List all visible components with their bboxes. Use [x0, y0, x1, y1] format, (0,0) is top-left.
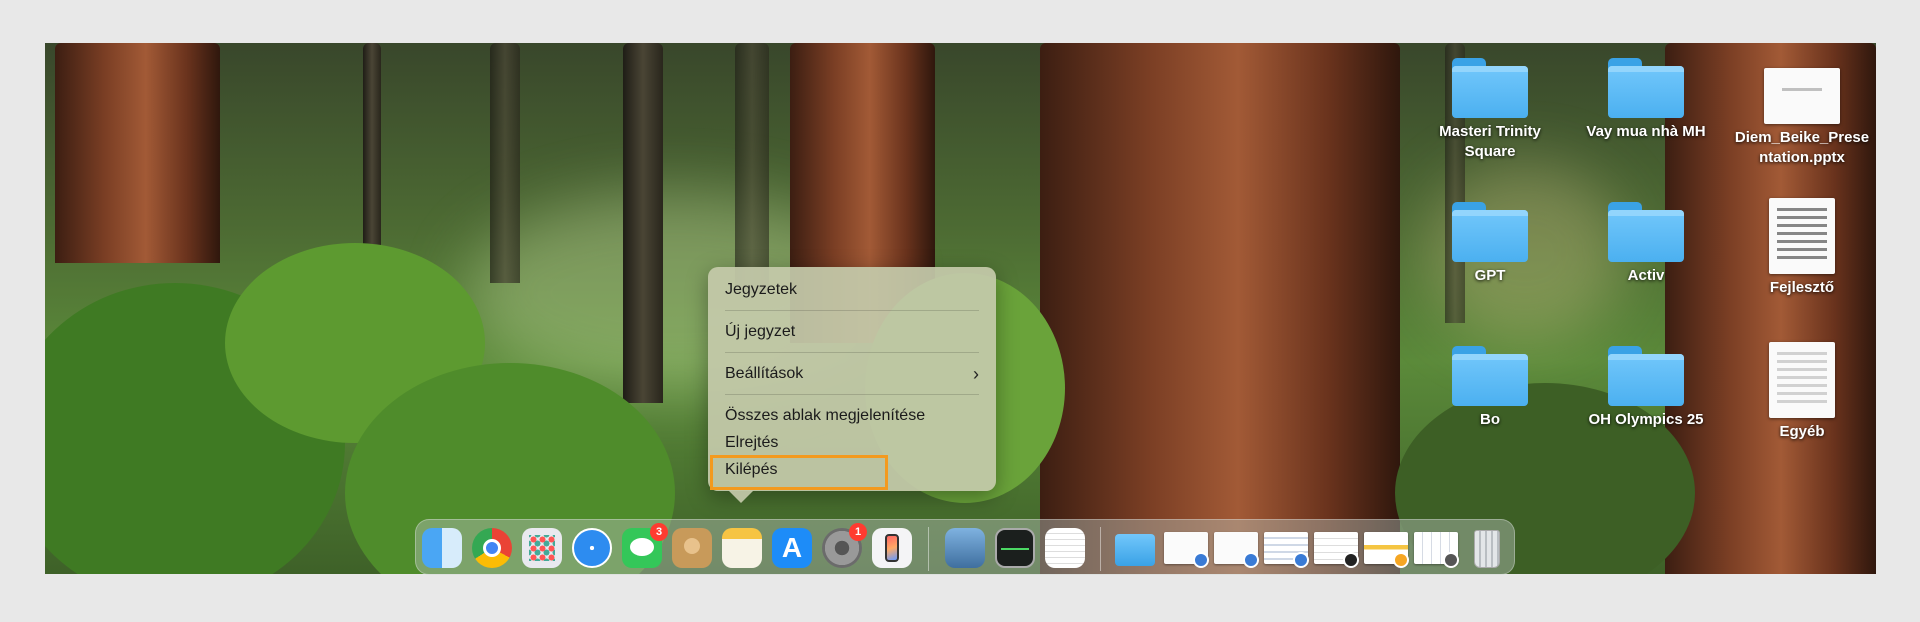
desktop-item-label: Activ: [1627, 267, 1665, 284]
menu-item-new-note[interactable]: Új jegyzet: [725, 319, 979, 345]
desktop-folder[interactable]: Masteri Trinity Square: [1415, 58, 1565, 162]
desktop-folder[interactable]: Activ: [1571, 202, 1721, 286]
menu-separator: [725, 310, 979, 311]
desktop-folder[interactable]: GPT: [1415, 202, 1565, 286]
launchpad-icon[interactable]: [522, 528, 562, 568]
desktop-folder[interactable]: OH Olympics 25: [1571, 346, 1721, 430]
tree-trunk: [623, 43, 663, 403]
folder-icon: [1608, 346, 1684, 406]
app-badge-icon: [1243, 552, 1259, 568]
menu-pointer: [728, 490, 754, 503]
contacts-icon[interactable]: [672, 528, 712, 568]
app-store-icon[interactable]: A: [772, 528, 812, 568]
menu-item-settings[interactable]: Beállítások ›: [725, 361, 979, 387]
menu-app-title: Jegyzetek: [725, 281, 798, 298]
iphone-mirroring-icon[interactable]: [872, 528, 912, 568]
desktop-item-label: Vay mua nhà MH: [1586, 123, 1706, 140]
app-badge-icon: [1293, 552, 1309, 568]
document-file-icon: [1769, 342, 1835, 418]
document-file-icon: [1769, 198, 1835, 274]
app-badge-icon: [1393, 552, 1409, 568]
desktop-item-label: GPT: [1474, 267, 1506, 284]
desktop-file[interactable]: Fejlesztő: [1727, 198, 1877, 298]
desktop-item-label: Egyéb: [1779, 423, 1825, 440]
finder-icon[interactable]: [422, 528, 462, 568]
tree-trunk: [55, 43, 220, 263]
folder-icon: [1452, 58, 1528, 118]
folder-icon: [1452, 346, 1528, 406]
menu-item-label: Beállítások: [725, 365, 804, 382]
tree-trunk: [735, 43, 769, 293]
app-badge-icon: [1343, 552, 1359, 568]
pptx-file-icon: [1764, 68, 1840, 124]
chrome-icon[interactable]: [472, 528, 512, 568]
chevron-right-icon: ›: [973, 364, 979, 384]
trash-icon[interactable]: [1467, 528, 1507, 568]
menu-separator: [725, 394, 979, 395]
desktop-item-label: OH Olympics 25: [1588, 411, 1704, 428]
tree-trunk: [490, 43, 520, 283]
preview-icon[interactable]: [945, 528, 985, 568]
desktop-item-label: Fejlesztő: [1769, 279, 1835, 296]
downloads-folder-icon[interactable]: [1115, 528, 1155, 568]
app-badge-icon: [1193, 552, 1209, 568]
dock-separator: [928, 527, 929, 571]
desktop-item-label: Bo: [1480, 411, 1500, 428]
menu-item-show-all-windows[interactable]: Összes ablak megjelenítése: [725, 403, 979, 429]
notification-badge: 1: [849, 523, 867, 541]
quit-highlight-box: [710, 455, 888, 490]
desktop-item-label: Diem_Beike_Prese ntation.pptx: [1734, 129, 1870, 166]
folder-icon: [1452, 202, 1528, 262]
desktop-file[interactable]: Diem_Beike_Prese ntation.pptx: [1727, 58, 1877, 168]
folder-icon: [1608, 58, 1684, 118]
menu-item-hide[interactable]: Elrejtés: [725, 430, 979, 456]
activity-monitor-icon[interactable]: [995, 528, 1035, 568]
desktop-folder[interactable]: Bo: [1415, 346, 1565, 430]
tree-trunk: [1040, 43, 1400, 574]
app-store-glyph: A: [781, 532, 803, 563]
dock-separator: [1100, 527, 1101, 571]
folder-icon: [1608, 202, 1684, 262]
desktop-item-label: Masteri Trinity Square: [1439, 123, 1541, 160]
textedit-icon[interactable]: [1045, 528, 1085, 568]
notes-icon[interactable]: [722, 528, 762, 568]
desktop-file[interactable]: Egyéb: [1727, 342, 1877, 442]
desktop-folder[interactable]: Vay mua nhà MH: [1571, 58, 1721, 142]
safari-icon[interactable]: [572, 528, 612, 568]
notification-badge: 3: [650, 523, 668, 541]
app-badge-icon: [1443, 552, 1459, 568]
menu-separator: [725, 352, 979, 353]
